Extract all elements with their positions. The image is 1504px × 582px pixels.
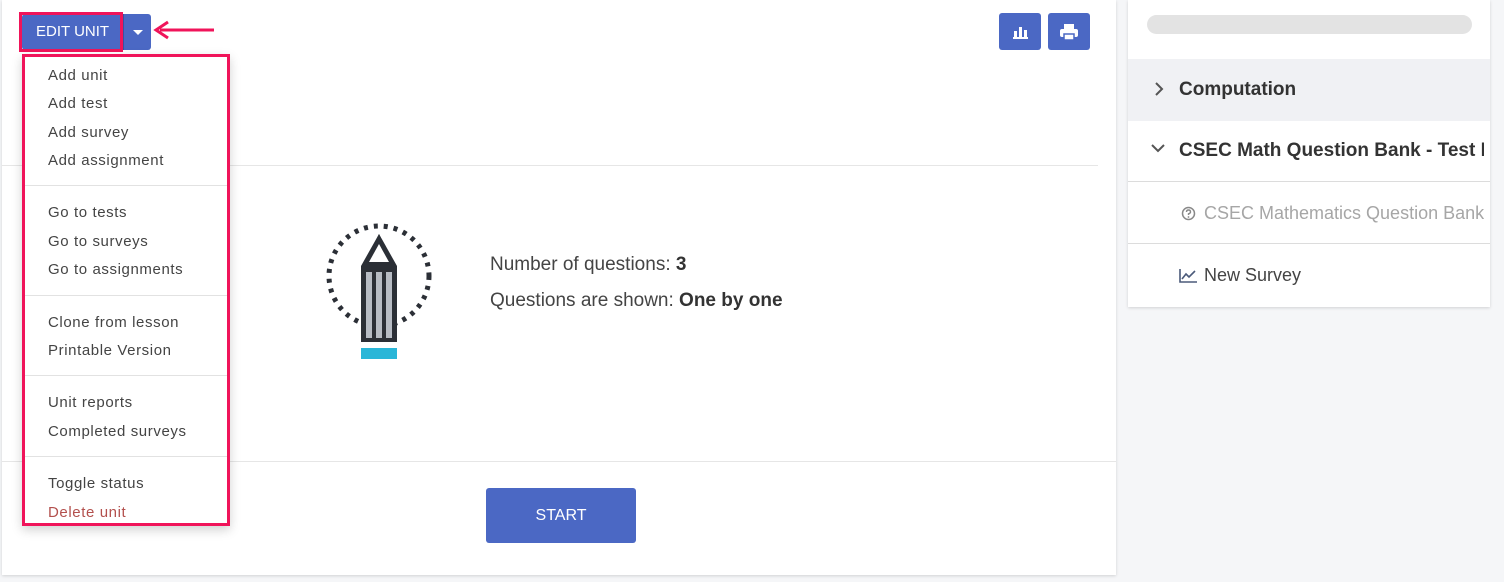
- sidebar-item-csec-mathematics-question-bank[interactable]: CSEC Mathematics Question Bank: [1128, 182, 1490, 243]
- menu-divider: [25, 375, 227, 376]
- questions-count-value: 3: [675, 254, 687, 275]
- menu-item-printable-version[interactable]: Printable Version: [48, 342, 172, 359]
- arrow-left-icon: [153, 20, 214, 40]
- line-chart-icon: [1179, 269, 1197, 283]
- questions-mode-value: One by one: [679, 290, 783, 311]
- question-circle-icon: [1181, 206, 1196, 221]
- chevron-down-icon: [1151, 144, 1165, 153]
- printer-icon: [1060, 23, 1078, 40]
- edit-unit-dropdown-toggle[interactable]: [123, 14, 152, 50]
- menu-item-add-unit[interactable]: Add unit: [48, 67, 108, 84]
- menu-item-go-to-assignments[interactable]: Go to assignments: [48, 261, 183, 278]
- menu-item-go-to-surveys[interactable]: Go to surveys: [48, 233, 148, 250]
- questions-count-label: Number of questions:: [490, 254, 671, 275]
- menu-divider: [25, 185, 227, 186]
- highlight-box: [19, 12, 123, 52]
- menu-item-clone-from-lesson[interactable]: Clone from lesson: [48, 314, 179, 331]
- questions-mode: Questions are shown: One by one: [490, 290, 783, 312]
- page-root: Number of questions: 3 Questions are sho…: [0, 0, 1504, 582]
- pencil-illustration: [324, 218, 438, 364]
- print-button[interactable]: [1048, 13, 1090, 50]
- course-sidebar: Computation CSEC Math Question Bank - Te…: [1128, 0, 1490, 307]
- reports-button[interactable]: [999, 13, 1041, 50]
- menu-item-go-to-tests[interactable]: Go to tests: [48, 204, 127, 221]
- menu-item-add-test[interactable]: Add test: [48, 95, 108, 112]
- chevron-right-icon: [1155, 82, 1164, 96]
- sidebar-item-csec-math-bank[interactable]: CSEC Math Question Bank - Test M...: [1128, 121, 1490, 181]
- sidebar-item-label: CSEC Math Question Bank - Test M...: [1179, 140, 1484, 161]
- menu-item-delete-unit[interactable]: Delete unit: [48, 504, 126, 521]
- menu-item-toggle-status[interactable]: Toggle status: [48, 475, 144, 492]
- menu-divider: [25, 456, 227, 457]
- questions-mode-label: Questions are shown:: [490, 290, 674, 311]
- menu-divider: [25, 295, 227, 296]
- questions-count: Number of questions: 3: [490, 254, 686, 276]
- progress-bar: [1147, 15, 1472, 34]
- menu-item-add-survey[interactable]: Add survey: [48, 124, 129, 141]
- caret-down-icon: [132, 29, 143, 35]
- menu-item-add-assignment[interactable]: Add assignment: [48, 152, 164, 169]
- menu-item-completed-surveys[interactable]: Completed surveys: [48, 423, 187, 440]
- sidebar-item-computation[interactable]: Computation: [1128, 59, 1490, 121]
- start-button[interactable]: START: [486, 488, 636, 543]
- sidebar-item-label: New Survey: [1204, 265, 1302, 285]
- bar-chart-icon: [1013, 26, 1028, 39]
- edit-unit-menu: Add unit Add test Add survey Add assignm…: [22, 54, 230, 526]
- sidebar-item-label: Computation: [1179, 79, 1297, 100]
- sidebar-item-label: CSEC Mathematics Question Bank: [1204, 203, 1485, 223]
- menu-item-unit-reports[interactable]: Unit reports: [48, 394, 133, 411]
- sidebar-item-new-survey[interactable]: New Survey: [1128, 244, 1490, 305]
